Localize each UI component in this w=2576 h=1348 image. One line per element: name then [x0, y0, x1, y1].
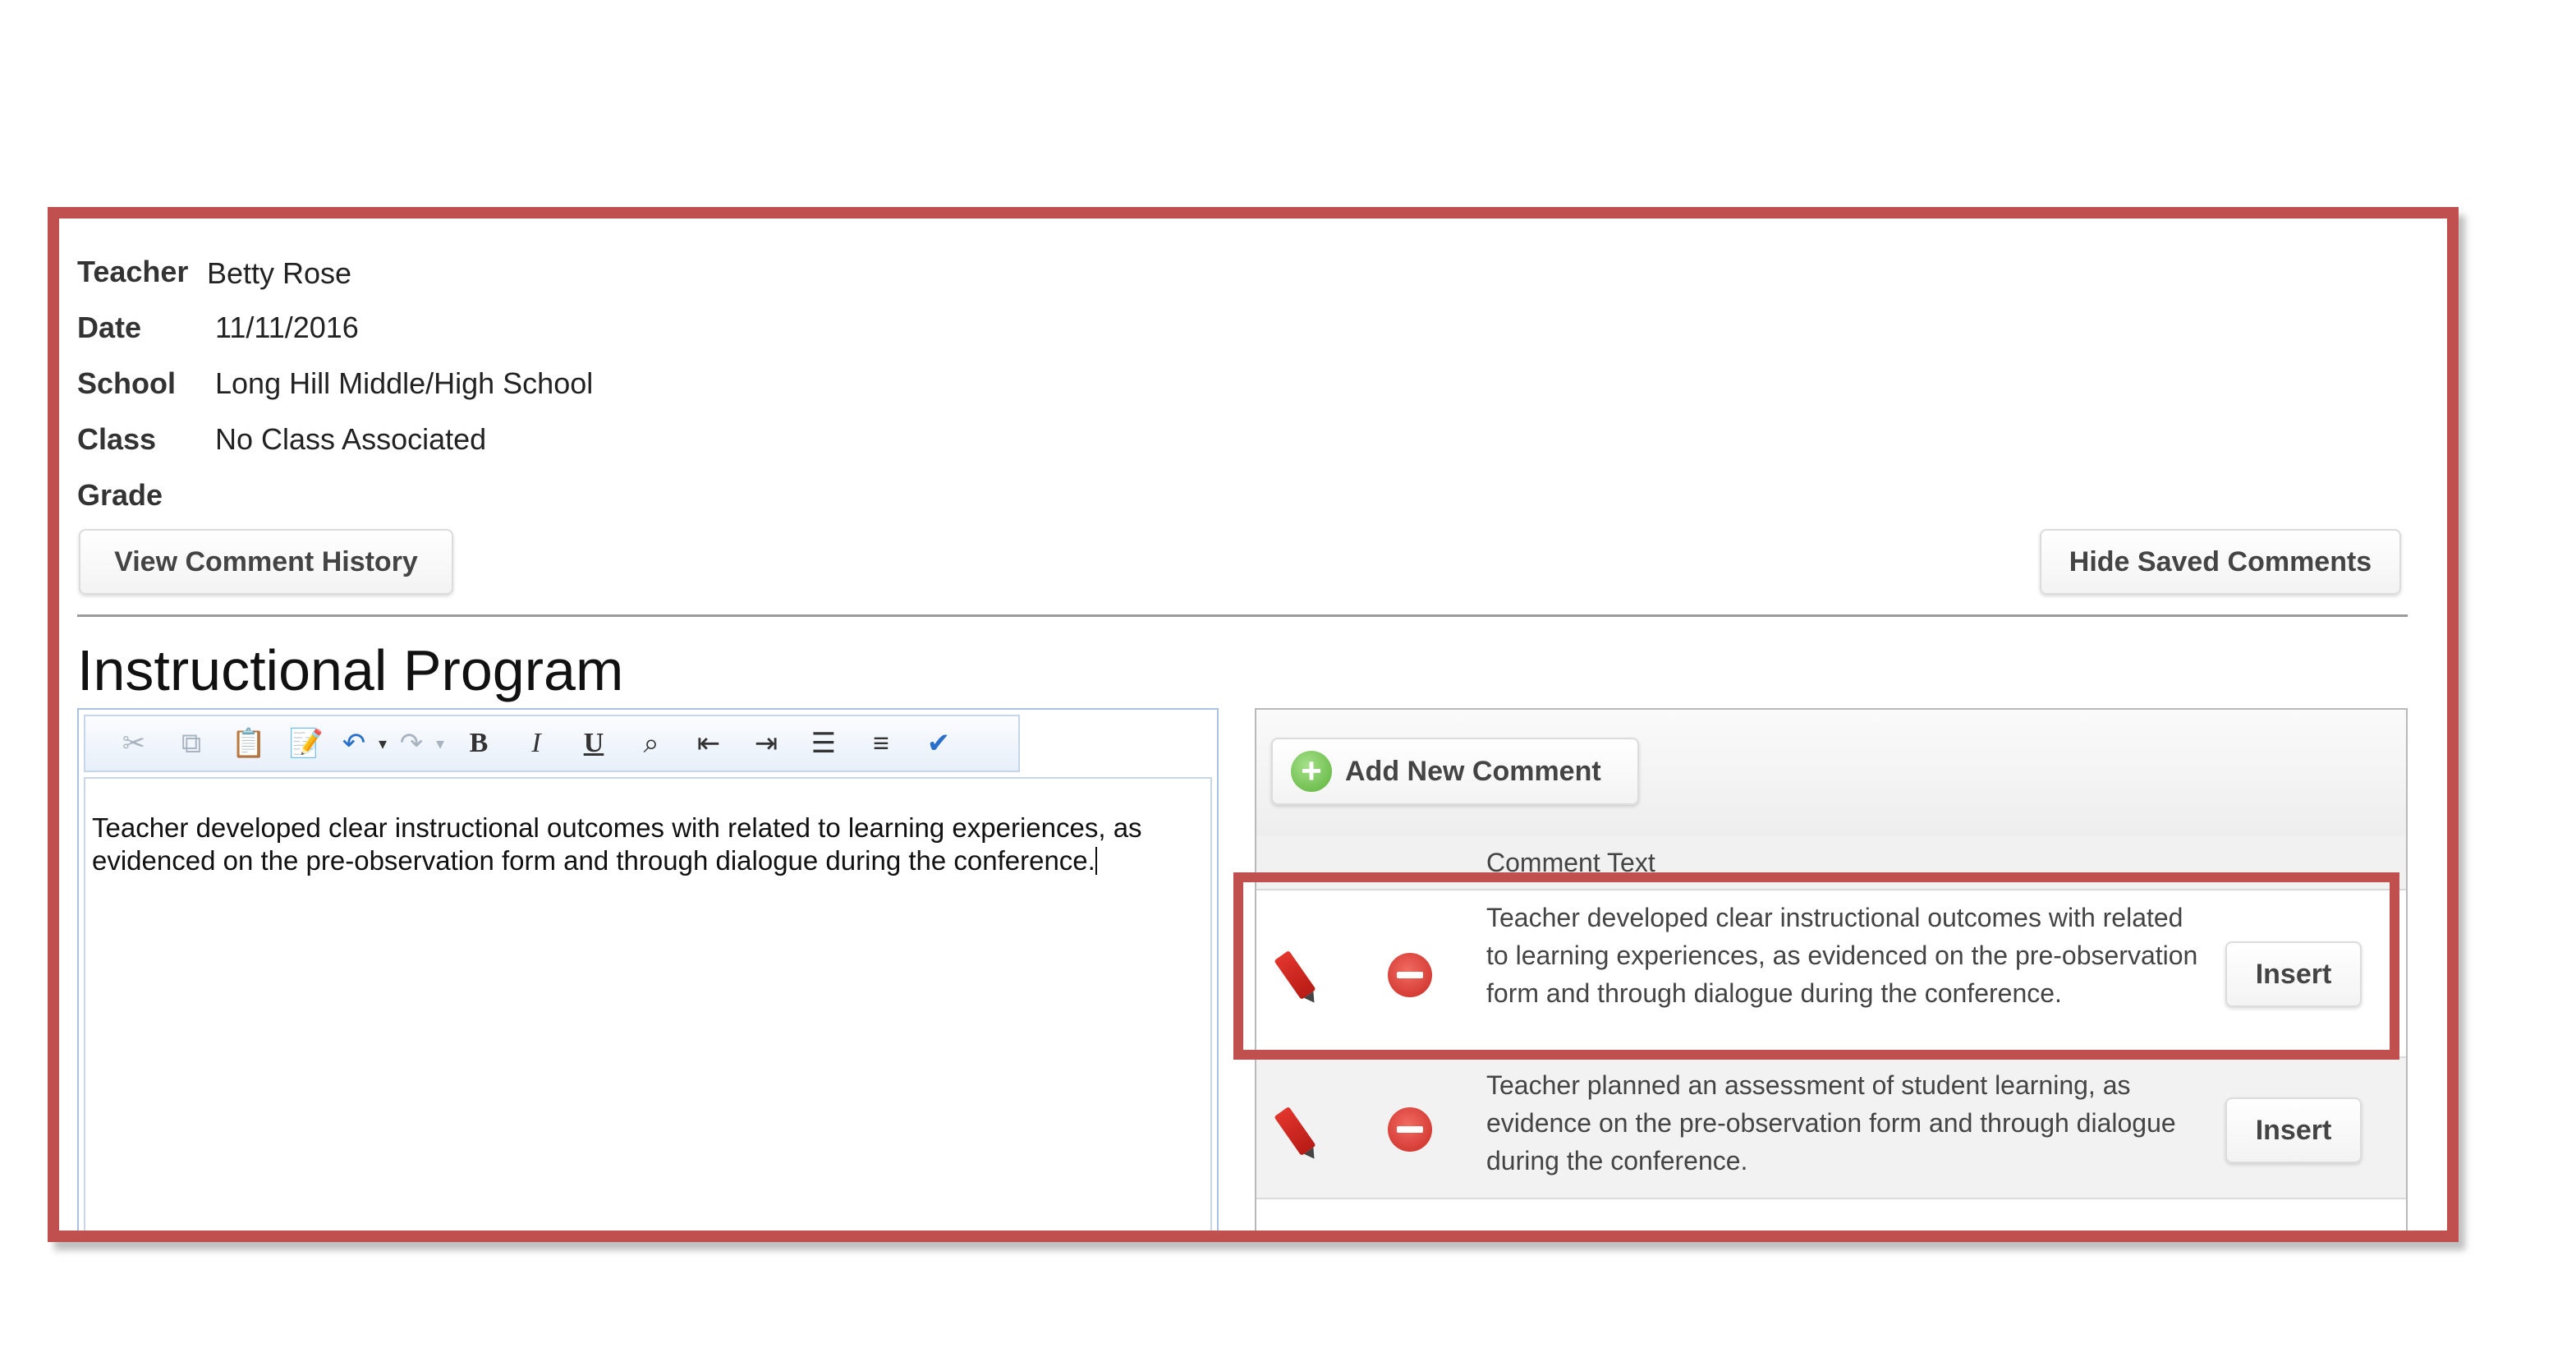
- screenshot-frame: Teacher Betty Rose Date 11/11/2016 Schoo…: [48, 207, 2459, 1242]
- delete-icon[interactable]: [1388, 1107, 1432, 1152]
- teacher-label: Teacher: [77, 255, 189, 288]
- text-cursor: [1095, 847, 1097, 875]
- add-new-comment-button[interactable]: + Add New Comment: [1271, 738, 1639, 805]
- comment-text-header-label: Comment Text: [1486, 848, 1655, 877]
- comment-text: Teacher planned an assessment of student…: [1486, 1070, 2176, 1175]
- add-new-comment-label: Add New Comment: [1345, 755, 1601, 787]
- saved-comments-panel: + Add New Comment Comment Text Teacher d…: [1255, 708, 2408, 1231]
- insert-button[interactable]: Insert: [2225, 1097, 2362, 1163]
- comment-text-column-header: Comment Text: [1256, 836, 2406, 890]
- underline-icon[interactable]: U: [565, 720, 622, 766]
- bold-icon[interactable]: B: [450, 720, 507, 766]
- class-value: No Class Associated: [215, 422, 487, 456]
- teacher-value: Betty Rose: [207, 256, 352, 290]
- panel-header: + Add New Comment: [1256, 710, 2406, 838]
- redo-dropdown-icon[interactable]: ▾: [430, 720, 450, 766]
- comment-row: Teacher developed clear instructional ou…: [1256, 890, 2406, 1058]
- paste-word-icon[interactable]: 📝: [278, 720, 335, 766]
- undo-dropdown-icon[interactable]: ▾: [373, 720, 393, 766]
- copy-icon[interactable]: ⧉: [163, 720, 220, 766]
- hide-saved-comments-button[interactable]: Hide Saved Comments: [2040, 529, 2401, 595]
- school-value: Long Hill Middle/High School: [215, 366, 594, 400]
- grade-label: Grade: [77, 478, 163, 512]
- insert-button[interactable]: Insert: [2225, 941, 2362, 1007]
- editor-toolbar: ✂ ⧉ 📋 📝 ↶ ▾ ↷ ▾ B I U ⌕ ⇤ ⇥ ☰ ≡ ✔: [84, 715, 1020, 772]
- date-label: Date: [77, 311, 142, 344]
- bulleted-list-icon[interactable]: ☰: [795, 720, 852, 766]
- view-comment-history-button[interactable]: View Comment History: [79, 529, 453, 595]
- cut-icon[interactable]: ✂: [105, 720, 163, 766]
- italic-icon[interactable]: I: [507, 720, 565, 766]
- class-label: Class: [77, 422, 157, 456]
- outdent-icon[interactable]: ⇤: [680, 720, 737, 766]
- comment-row: Teacher planned an assessment of student…: [1256, 1058, 2406, 1199]
- divider: [77, 614, 2408, 617]
- numbered-list-icon[interactable]: ≡: [852, 720, 910, 766]
- editor-text: Teacher developed clear instructional ou…: [92, 812, 1142, 876]
- plus-icon: +: [1291, 751, 1332, 792]
- indent-icon[interactable]: ⇥: [737, 720, 795, 766]
- school-label: School: [77, 366, 177, 400]
- find-icon[interactable]: ⌕: [622, 720, 680, 766]
- edit-pencil-icon[interactable]: [1274, 950, 1316, 1001]
- redo-icon[interactable]: ↷: [393, 720, 430, 766]
- section-title: Instructional Program: [77, 638, 624, 702]
- comment-text: Teacher developed clear instructional ou…: [1486, 903, 2198, 1008]
- delete-icon[interactable]: [1388, 953, 1432, 997]
- rich-text-editor: ✂ ⧉ 📋 📝 ↶ ▾ ↷ ▾ B I U ⌕ ⇤ ⇥ ☰ ≡ ✔ Teache…: [77, 708, 1219, 1231]
- edit-pencil-icon[interactable]: [1274, 1106, 1316, 1157]
- editor-text-area[interactable]: Teacher developed clear instructional ou…: [84, 777, 1212, 1231]
- date-value: 11/11/2016: [215, 311, 359, 344]
- paste-icon[interactable]: 📋: [220, 720, 278, 766]
- undo-icon[interactable]: ↶: [335, 720, 373, 766]
- spellcheck-icon[interactable]: ✔: [910, 720, 967, 766]
